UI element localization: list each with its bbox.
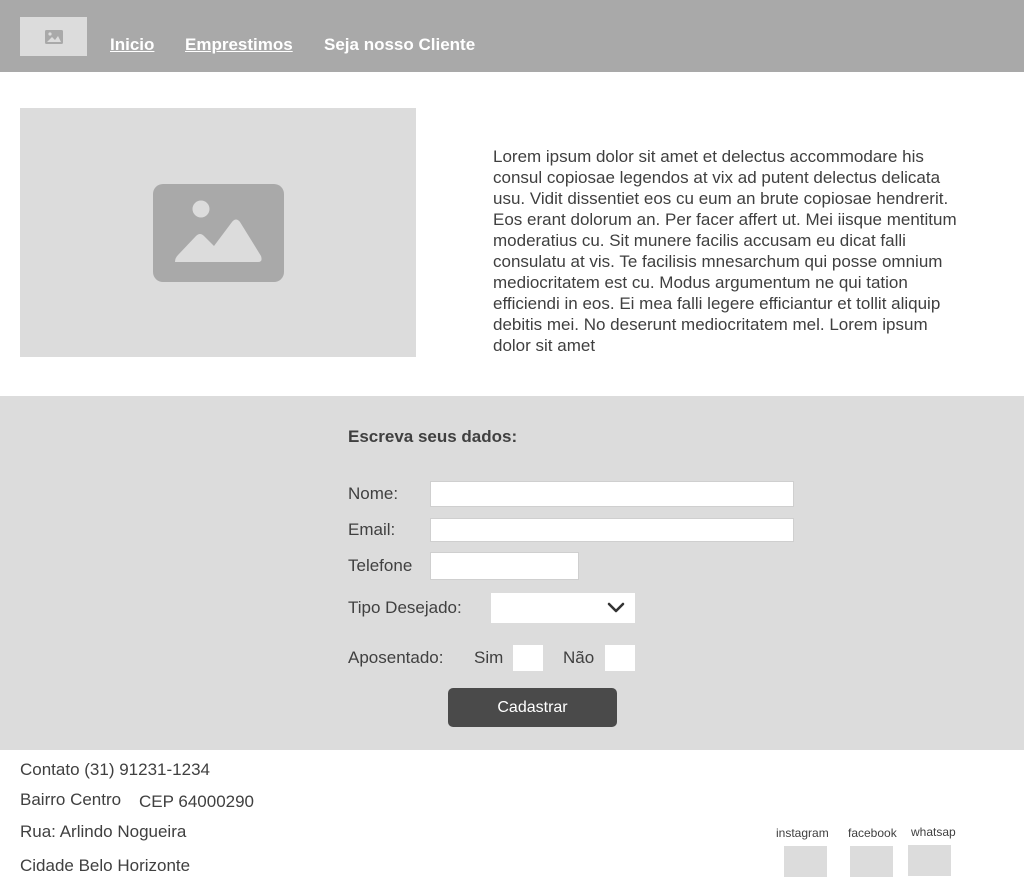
whatsapp-label: whatsap — [911, 825, 956, 839]
nav-link-emprestimos[interactable]: Emprestimos — [185, 35, 293, 55]
nav-link-inicio[interactable]: Inicio — [110, 35, 154, 55]
type-select[interactable] — [491, 593, 635, 623]
retired-no-checkbox[interactable] — [605, 645, 635, 671]
name-input[interactable] — [430, 481, 794, 507]
retired-label: Aposentado: — [348, 648, 444, 667]
submit-button[interactable]: Cadastrar — [448, 688, 617, 727]
footer-contact: Contato (31) 91231-1234 — [20, 760, 210, 779]
phone-label: Telefone — [348, 556, 413, 575]
email-label: Email: — [348, 520, 396, 539]
image-icon — [152, 183, 284, 282]
retired-yes-label: Sim — [474, 648, 504, 667]
logo[interactable] — [20, 17, 87, 56]
name-label: Nome: — [348, 484, 399, 503]
instagram-label: instagram — [776, 826, 829, 840]
top-navbar: Inicio Emprestimos Seja nosso Cliente — [0, 0, 1024, 72]
phone-input[interactable] — [430, 552, 579, 580]
footer-district: Bairro Centro — [20, 790, 122, 809]
whatsapp-icon[interactable] — [908, 845, 951, 876]
facebook-label: facebook — [848, 826, 897, 840]
chevron-down-icon — [607, 602, 625, 613]
signup-form: Escreva seus dados: Nome: Email: Telefon… — [0, 396, 1024, 750]
footer-city: Cidade Belo Horizonte — [20, 856, 191, 875]
hero-image — [20, 108, 416, 357]
retired-yes-checkbox[interactable] — [513, 645, 543, 671]
email-input[interactable] — [430, 518, 794, 542]
image-icon — [44, 29, 63, 44]
type-label: Tipo Desejado: — [348, 598, 462, 617]
footer-cep: CEP 64000290 — [139, 792, 255, 811]
hero-text: Lorem ipsum dolor sit amet et delectus a… — [493, 147, 957, 355]
footer-street: Rua: Arlindo Nogueira — [20, 822, 187, 841]
instagram-icon[interactable] — [784, 846, 827, 877]
facebook-icon[interactable] — [850, 846, 893, 877]
nav-link-seja-cliente[interactable]: Seja nosso Cliente — [324, 35, 475, 55]
retired-no-label: Não — [563, 648, 595, 667]
form-title: Escreva seus dados: — [348, 427, 518, 446]
